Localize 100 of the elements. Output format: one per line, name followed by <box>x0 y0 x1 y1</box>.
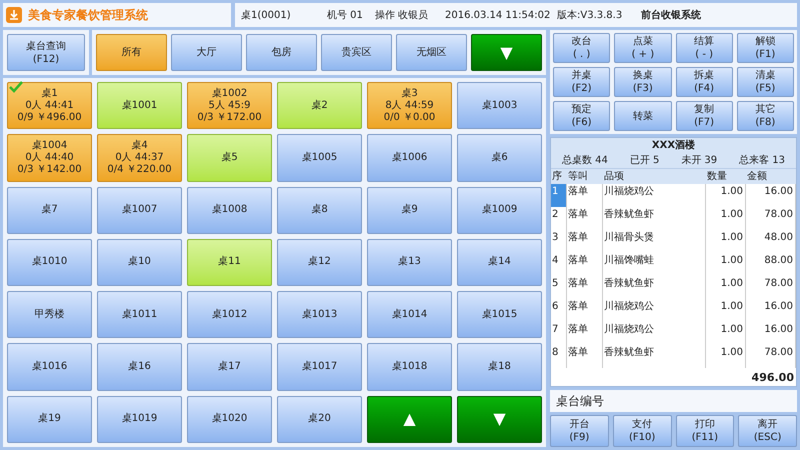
table-cell: 8 <box>551 345 567 368</box>
action-button[interactable]: 改台 ( . ) <box>553 33 610 63</box>
table-tile[interactable]: 桌12 <box>277 238 362 286</box>
area-tab[interactable]: 大厅 <box>171 34 242 71</box>
table-tile[interactable]: 桌1015 <box>457 291 542 338</box>
table-tile[interactable]: 桌1019 <box>97 396 182 443</box>
page-button[interactable]: ▼ <box>457 396 542 443</box>
table-tile[interactable]: 桌1008 <box>187 186 272 234</box>
stat-label: 总桌数 44 <box>562 154 608 168</box>
stat-label: 已开 5 <box>630 154 660 168</box>
bottom-button[interactable]: 离开 (ESC) <box>738 415 797 447</box>
action-button[interactable]: 换桌 (F3) <box>614 67 672 97</box>
action-button[interactable]: 拆桌 (F4) <box>676 67 733 97</box>
table-tile[interactable]: 桌1016 <box>7 343 92 391</box>
table-cell: 川福烧鸡公 <box>603 299 706 322</box>
table-cell: 1.00 <box>706 207 746 230</box>
bottom-button[interactable]: 开台 (F9) <box>550 415 609 447</box>
table-tile[interactable]: 桌11 <box>187 238 272 286</box>
action-button[interactable]: 其它 (F8) <box>736 101 794 131</box>
system-name: 前台收银系统 <box>641 8 701 22</box>
table-cell: 川福烧鸡公 <box>603 322 706 345</box>
table-cell: 1 <box>551 184 567 207</box>
table-cell: 落单 <box>567 207 603 230</box>
table-number-field[interactable]: 桌台编号 <box>550 390 797 412</box>
table-tile[interactable]: 桌1006 <box>367 134 452 182</box>
table-search-button[interactable]: 桌台查询 (F12) <box>7 34 85 71</box>
table-tile[interactable]: 桌19 <box>7 396 92 443</box>
table-tile[interactable]: 桌1001 <box>97 82 182 130</box>
table-cell: 78.00 <box>746 276 796 299</box>
more-areas-button[interactable]: ▼ <box>471 34 542 71</box>
action-button[interactable]: 复制 (F7) <box>676 101 733 131</box>
action-button[interactable]: 点菜 ( + ) <box>614 33 672 63</box>
bottom-button[interactable]: 支付 (F10) <box>612 415 672 447</box>
table-tile[interactable]: 桌20 <box>277 396 362 443</box>
table-tile[interactable]: 桌13 <box>367 238 452 286</box>
column-header: 等叫 <box>567 170 589 184</box>
table-cell: 78.00 <box>746 345 796 368</box>
table-cell: 1.00 <box>706 184 746 207</box>
table-tile[interactable]: 桌1011 <box>97 291 182 338</box>
table-tile[interactable]: 桌17 <box>187 343 272 391</box>
action-button[interactable]: 清桌 (F5) <box>736 67 794 97</box>
table-tile[interactable]: 桌1007 <box>97 186 182 234</box>
table-tile[interactable]: 桌1014 <box>367 291 452 338</box>
column-header: 序 <box>551 170 563 184</box>
table-tile[interactable]: 桌1012 <box>187 291 272 338</box>
action-button[interactable]: 解锁 (F1) <box>736 33 794 63</box>
version: 版本:V3.3.8.3 <box>557 8 624 22</box>
action-button[interactable]: 转菜 <box>614 101 672 131</box>
action-button[interactable]: 预定 (F6) <box>553 101 610 131</box>
table-cell: 川福骨头煲 <box>603 230 706 253</box>
table-tile[interactable]: 桌1018 <box>367 343 452 391</box>
table-tile[interactable]: 桌1010 <box>7 238 92 286</box>
bottom-button[interactable]: 打印 (F11) <box>676 415 734 447</box>
table-cell: 1.00 <box>706 253 746 276</box>
machine-number: 机号 01 <box>327 8 364 22</box>
table-cell: 香辣鱿鱼虾 <box>603 345 706 368</box>
table-cell: 4 <box>551 253 567 276</box>
column-header: 品项 <box>603 170 625 184</box>
table-tile[interactable]: 桌7 <box>7 186 92 234</box>
action-button[interactable]: 结算 ( - ) <box>676 33 733 63</box>
area-tab[interactable]: 包房 <box>246 34 317 71</box>
table-tile[interactable]: 桌3 8人 44:59 0/0 ￥0.00 <box>367 82 452 130</box>
table-cell: 1.00 <box>706 230 746 253</box>
table-tile[interactable]: 桌8 <box>277 186 362 234</box>
table-tile[interactable]: 甲秀楼 <box>7 291 92 338</box>
table-tile[interactable]: 桌1 0人 44:41 0/9 ￥496.00 <box>7 82 92 130</box>
table-tile[interactable]: 桌10 <box>97 238 182 286</box>
table-cell: 88.00 <box>746 253 796 276</box>
current-table: 桌1(0001) <box>241 8 327 22</box>
table-tile[interactable]: 桌1009 <box>457 186 542 234</box>
table-tile[interactable]: 桌1003 <box>457 82 542 130</box>
table-cell: 16.00 <box>746 322 796 345</box>
area-tab[interactable]: 无烟区 <box>396 34 467 71</box>
table-cell: 16.00 <box>746 184 796 207</box>
table-tile[interactable]: 桌1020 <box>187 396 272 443</box>
table-tile[interactable]: 桌6 <box>457 134 542 182</box>
area-tab[interactable]: 贵宾区 <box>321 34 392 71</box>
table-tile[interactable]: 桌1013 <box>277 291 362 338</box>
download-icon <box>6 7 22 23</box>
table-cell: 川福烧鸡公 <box>603 184 706 207</box>
action-button[interactable]: 并桌 (F2) <box>553 67 610 97</box>
table-cell: 1.00 <box>706 276 746 299</box>
table-tile[interactable]: 桌2 <box>277 82 362 130</box>
area-tab[interactable]: 所有 <box>96 34 167 71</box>
table-tile[interactable]: 桌4 0人 44:37 0/4 ￥220.00 <box>97 134 182 182</box>
table-tile[interactable]: 桌9 <box>367 186 452 234</box>
table-tile[interactable]: 桌16 <box>97 343 182 391</box>
app-title: 美食专家餐饮管理系统 <box>28 7 148 24</box>
table-tile[interactable]: 桌18 <box>457 343 542 391</box>
table-cell: 落单 <box>567 253 603 276</box>
table-cell: 香辣鱿鱼虾 <box>603 276 706 299</box>
table-tile[interactable]: 桌14 <box>457 238 542 286</box>
table-cell: 7 <box>551 322 567 345</box>
operator: 操作 收银员 <box>375 8 430 22</box>
table-tile[interactable]: 桌1004 0人 44:40 0/3 ￥142.00 <box>7 134 92 182</box>
table-tile[interactable]: 桌1005 <box>277 134 362 182</box>
table-tile[interactable]: 桌5 <box>187 134 272 182</box>
table-tile[interactable]: 桌1017 <box>277 343 362 391</box>
page-button[interactable]: ▲ <box>367 396 452 443</box>
table-tile[interactable]: 桌1002 5人 45:9 0/3 ￥172.00 <box>187 82 272 130</box>
